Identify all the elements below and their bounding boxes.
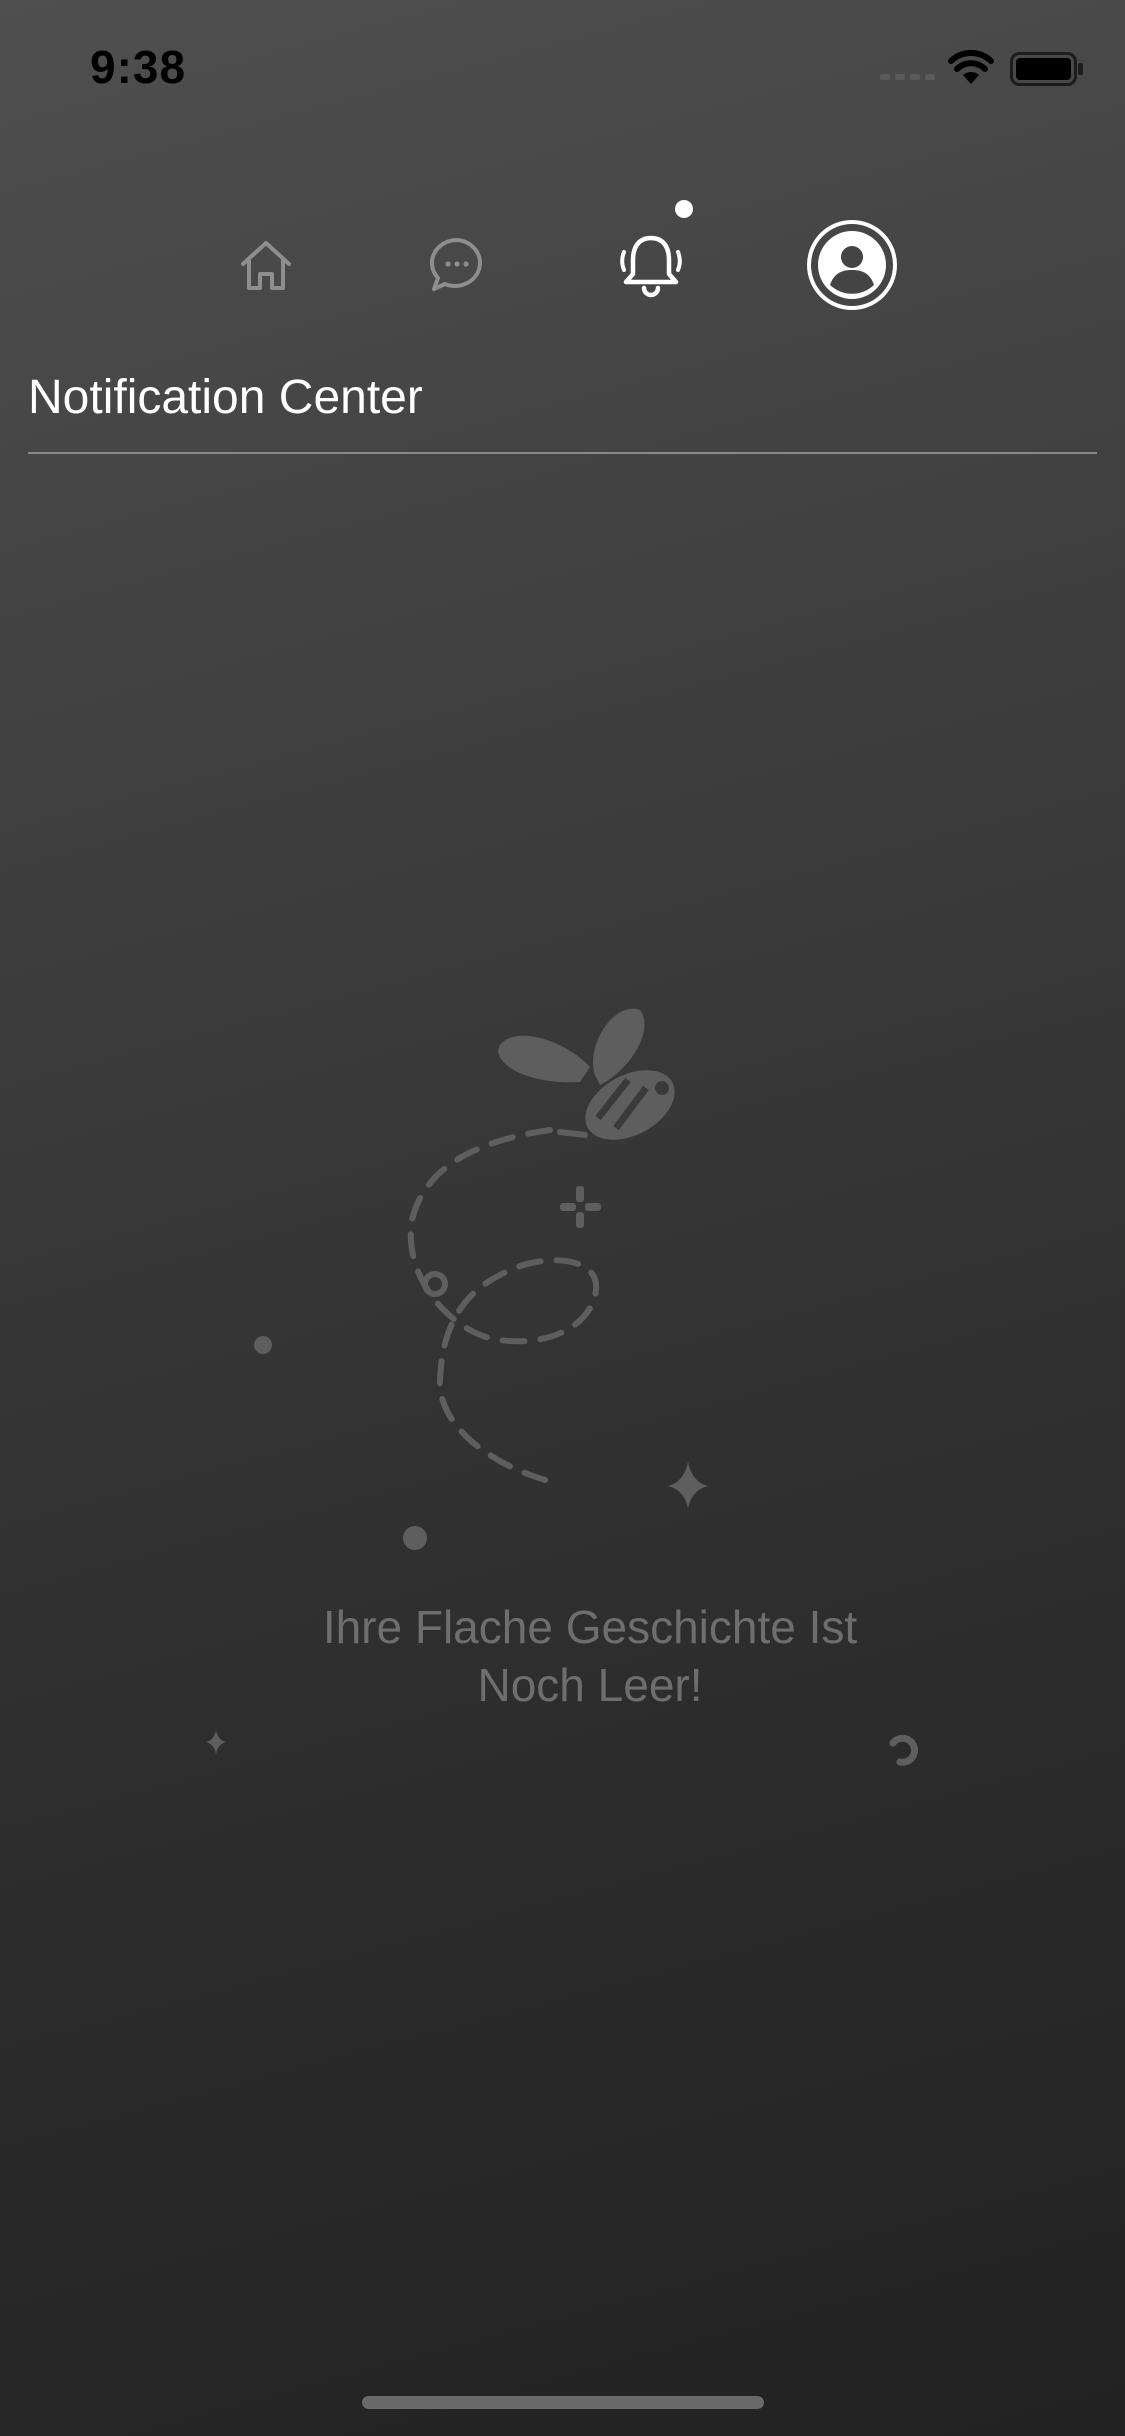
home-icon	[241, 241, 291, 290]
sparkle-plus-decoration	[560, 1186, 601, 1228]
notification-badge	[675, 200, 693, 218]
ring-decoration	[422, 1271, 448, 1297]
status-bar: 9:38	[0, 0, 1125, 132]
status-time: 9:38	[90, 41, 187, 93]
dot-decoration	[254, 1336, 272, 1354]
home-indicator[interactable]	[362, 2396, 764, 2409]
empty-state-line-1: Ihre Flache Geschichte Ist	[322, 1601, 858, 1653]
cellular-signal-icon	[880, 74, 935, 80]
dot-decoration	[403, 1526, 427, 1550]
star-sparkle-decoration	[668, 1462, 708, 1508]
empty-state-message: Ihre Flache Geschichte Ist Noch Leer!	[200, 1598, 980, 1714]
open-ring-decoration	[889, 1734, 918, 1766]
battery-icon	[1010, 52, 1083, 86]
empty-state-line-2: Noch Leer!	[477, 1659, 703, 1711]
nav-messages-button[interactable]	[402, 200, 512, 330]
chat-bubble-icon	[429, 237, 483, 291]
bell-icon	[620, 235, 682, 298]
nav-home-button[interactable]	[211, 200, 321, 330]
title-divider	[28, 452, 1097, 454]
nav-profile-button[interactable]	[797, 200, 907, 330]
star-sparkle-decoration	[206, 1730, 226, 1754]
nav-notifications-button[interactable]	[596, 200, 706, 330]
user-avatar-icon	[807, 220, 897, 310]
page-title: Notification Center	[28, 371, 423, 424]
wifi-icon	[948, 50, 994, 84]
top-nav	[0, 200, 1125, 330]
